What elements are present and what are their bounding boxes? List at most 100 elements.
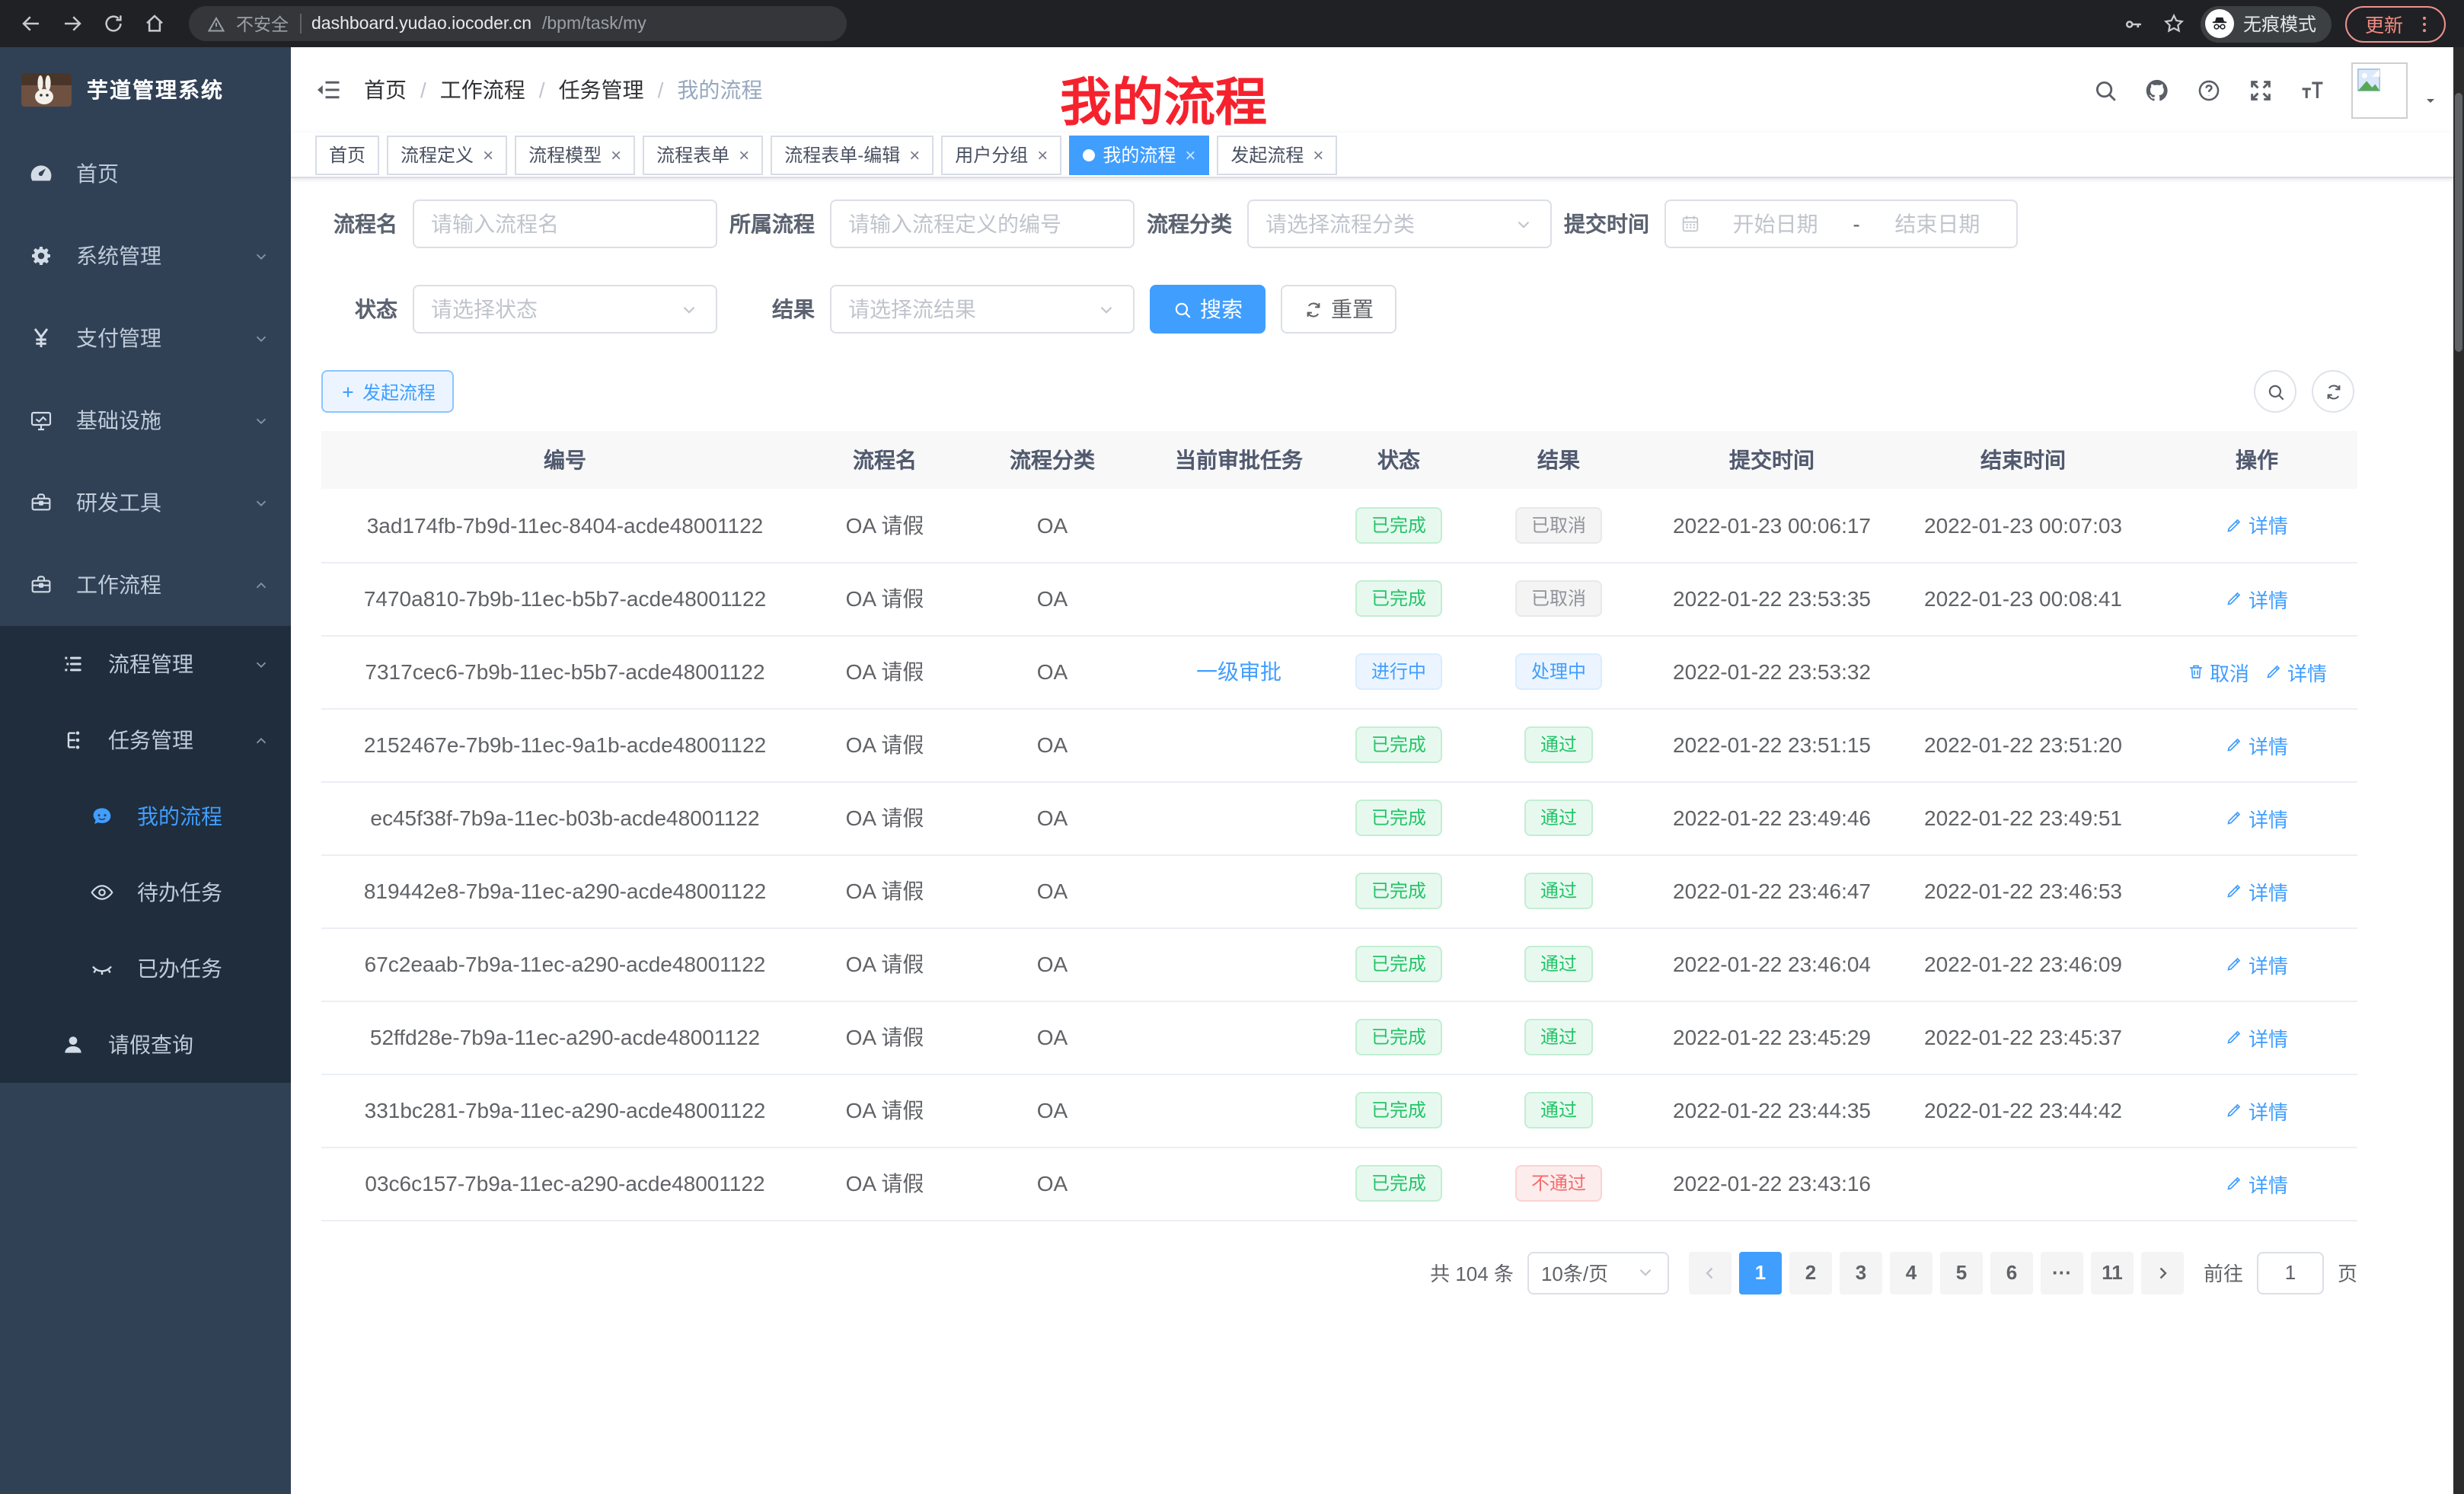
browser-menu-icon[interactable]	[2414, 13, 2435, 34]
cell-result: 通过	[1463, 854, 1654, 927]
close-icon[interactable]: ×	[1185, 144, 1195, 165]
close-icon[interactable]: ×	[739, 144, 749, 165]
detail-link[interactable]: 详情	[2226, 950, 2288, 978]
close-icon[interactable]: ×	[611, 144, 621, 165]
github-icon[interactable]	[2144, 77, 2170, 103]
breadcrumb-separator: /	[420, 78, 426, 102]
sidebar-item-流程管理[interactable]: 流程管理	[0, 626, 291, 702]
page-size-select[interactable]: 10条/页	[1527, 1251, 1669, 1294]
browser-scrollbar[interactable]	[2453, 47, 2464, 1494]
page-button-3[interactable]: 3	[1840, 1251, 1882, 1294]
detail-link[interactable]: 详情	[2226, 584, 2288, 613]
avatar-caret-icon[interactable]	[2421, 91, 2440, 110]
sidebar-item-研发工具[interactable]: 研发工具	[0, 461, 291, 544]
process-name-input[interactable]: 请输入流程名	[413, 200, 717, 248]
submit-time-label: 提交时间	[1564, 209, 1649, 239]
sidebar-item-请假查询[interactable]: 请假查询	[0, 1007, 291, 1083]
forward-icon[interactable]	[56, 12, 87, 35]
page-button-11[interactable]: 11	[2091, 1251, 2134, 1294]
prev-page-button[interactable]	[1689, 1251, 1732, 1294]
breadcrumb-item[interactable]: 首页	[364, 75, 407, 105]
status-select[interactable]: 请选择状态	[413, 285, 717, 334]
start-date-placeholder[interactable]: 开始日期	[1710, 209, 1840, 239]
toggle-search-button[interactable]	[2254, 370, 2296, 413]
home-icon[interactable]	[139, 12, 169, 35]
page-button-5[interactable]: 5	[1940, 1251, 1983, 1294]
category-select[interactable]: 请选择流程分类	[1247, 200, 1552, 248]
back-icon[interactable]	[15, 12, 46, 35]
tab-流程定义[interactable]: 流程定义×	[387, 135, 507, 174]
cell-result: 通过	[1463, 1001, 1654, 1074]
sidebar-item-基础设施[interactable]: 基础设施	[0, 379, 291, 461]
close-icon[interactable]: ×	[1313, 144, 1323, 165]
url-bar[interactable]: 不安全 dashboard.yudao.iocoder.cn/bpm/task/…	[189, 6, 847, 41]
goto-suffix: 页	[2338, 1258, 2357, 1287]
sidebar-item-支付管理[interactable]: 支付管理	[0, 297, 291, 379]
detail-link[interactable]: 详情	[2226, 511, 2288, 540]
user-icon	[59, 1033, 87, 1057]
url-host: dashboard.yudao.iocoder.cn	[311, 14, 531, 33]
search-icon[interactable]	[2092, 77, 2118, 103]
font-size-icon[interactable]	[2300, 77, 2325, 103]
not-secure-icon[interactable]	[207, 14, 225, 33]
sidebar-toggle-icon[interactable]	[315, 76, 343, 104]
next-page-button[interactable]	[2141, 1251, 2184, 1294]
close-icon[interactable]: ×	[909, 144, 920, 165]
tab-流程模型[interactable]: 流程模型×	[515, 135, 635, 174]
sidebar-item-系统管理[interactable]: 系统管理	[0, 215, 291, 297]
process-definition-input[interactable]: 请输入流程定义的编号	[830, 200, 1135, 248]
incognito-label: 无痕模式	[2243, 11, 2316, 37]
close-icon[interactable]: ×	[1037, 144, 1048, 165]
page-button-1[interactable]: 1	[1739, 1251, 1782, 1294]
sidebar-item-首页[interactable]: 首页	[0, 132, 291, 215]
cancel-link[interactable]: 取消	[2187, 657, 2249, 686]
more-pages-button[interactable]: ···	[2041, 1251, 2083, 1294]
breadcrumb-item[interactable]: 工作流程	[440, 75, 525, 105]
sidebar-item-工作流程[interactable]: 工作流程	[0, 544, 291, 626]
detail-link[interactable]: 详情	[2226, 803, 2288, 832]
create-process-button[interactable]: 发起流程	[321, 370, 454, 413]
tab-发起流程[interactable]: 发起流程×	[1217, 135, 1337, 174]
detail-link[interactable]: 详情	[2226, 1169, 2288, 1198]
sidebar: 芋道管理系统 首页系统管理支付管理基础设施研发工具工作流程流程管理任务管理我的流…	[0, 47, 291, 1494]
tab-我的流程[interactable]: 我的流程×	[1069, 135, 1209, 174]
tab-首页[interactable]: 首页	[315, 135, 379, 174]
detail-link[interactable]: 详情	[2226, 730, 2288, 759]
page-button-4[interactable]: 4	[1890, 1251, 1933, 1294]
end-date-placeholder[interactable]: 结束日期	[1872, 209, 2003, 239]
help-icon[interactable]	[2196, 77, 2222, 103]
detail-link[interactable]: 详情	[2265, 657, 2327, 686]
reload-icon[interactable]	[97, 12, 128, 35]
tab-流程表单[interactable]: 流程表单×	[643, 135, 763, 174]
tab-流程表单-编辑[interactable]: 流程表单-编辑×	[771, 135, 934, 174]
sidebar-item-已办任务[interactable]: 已办任务	[0, 931, 291, 1007]
breadcrumb-item[interactable]: 任务管理	[559, 75, 644, 105]
detail-link[interactable]: 详情	[2226, 876, 2288, 905]
detail-link[interactable]: 详情	[2226, 1096, 2288, 1125]
submit-time-range-picker[interactable]: 开始日期 - 结束日期	[1664, 200, 2018, 248]
scrollbar-thumb[interactable]	[2455, 93, 2462, 352]
update-button[interactable]: 更新	[2345, 5, 2446, 42]
avatar[interactable]	[2351, 62, 2408, 118]
cell-name: OA 请假	[809, 927, 961, 1001]
sidebar-item-待办任务[interactable]: 待办任务	[0, 854, 291, 931]
bookmark-star-icon[interactable]	[2159, 12, 2190, 35]
result-select[interactable]: 请选择流结果	[830, 285, 1135, 334]
sidebar-item-我的流程[interactable]: 我的流程	[0, 778, 291, 854]
refresh-table-button[interactable]	[2312, 370, 2354, 413]
sidebar-logo[interactable]: 芋道管理系统	[0, 47, 291, 132]
detail-link[interactable]: 详情	[2226, 1023, 2288, 1052]
goto-page-input[interactable]: 1	[2257, 1251, 2324, 1294]
key-icon[interactable]	[2118, 13, 2149, 34]
search-button[interactable]: 搜索	[1150, 285, 1266, 334]
task-link[interactable]: 一级审批	[1196, 659, 1281, 684]
close-icon[interactable]: ×	[483, 144, 493, 165]
sidebar-item-任务管理[interactable]: 任务管理	[0, 702, 291, 778]
cell-name: OA 请假	[809, 489, 961, 562]
tab-用户分组[interactable]: 用户分组×	[941, 135, 1061, 174]
fullscreen-icon[interactable]	[2248, 77, 2274, 103]
page-button-6[interactable]: 6	[1990, 1251, 2033, 1294]
page-button-2[interactable]: 2	[1789, 1251, 1832, 1294]
cell-name: OA 请假	[809, 854, 961, 927]
reset-button[interactable]: 重置	[1281, 285, 1396, 334]
